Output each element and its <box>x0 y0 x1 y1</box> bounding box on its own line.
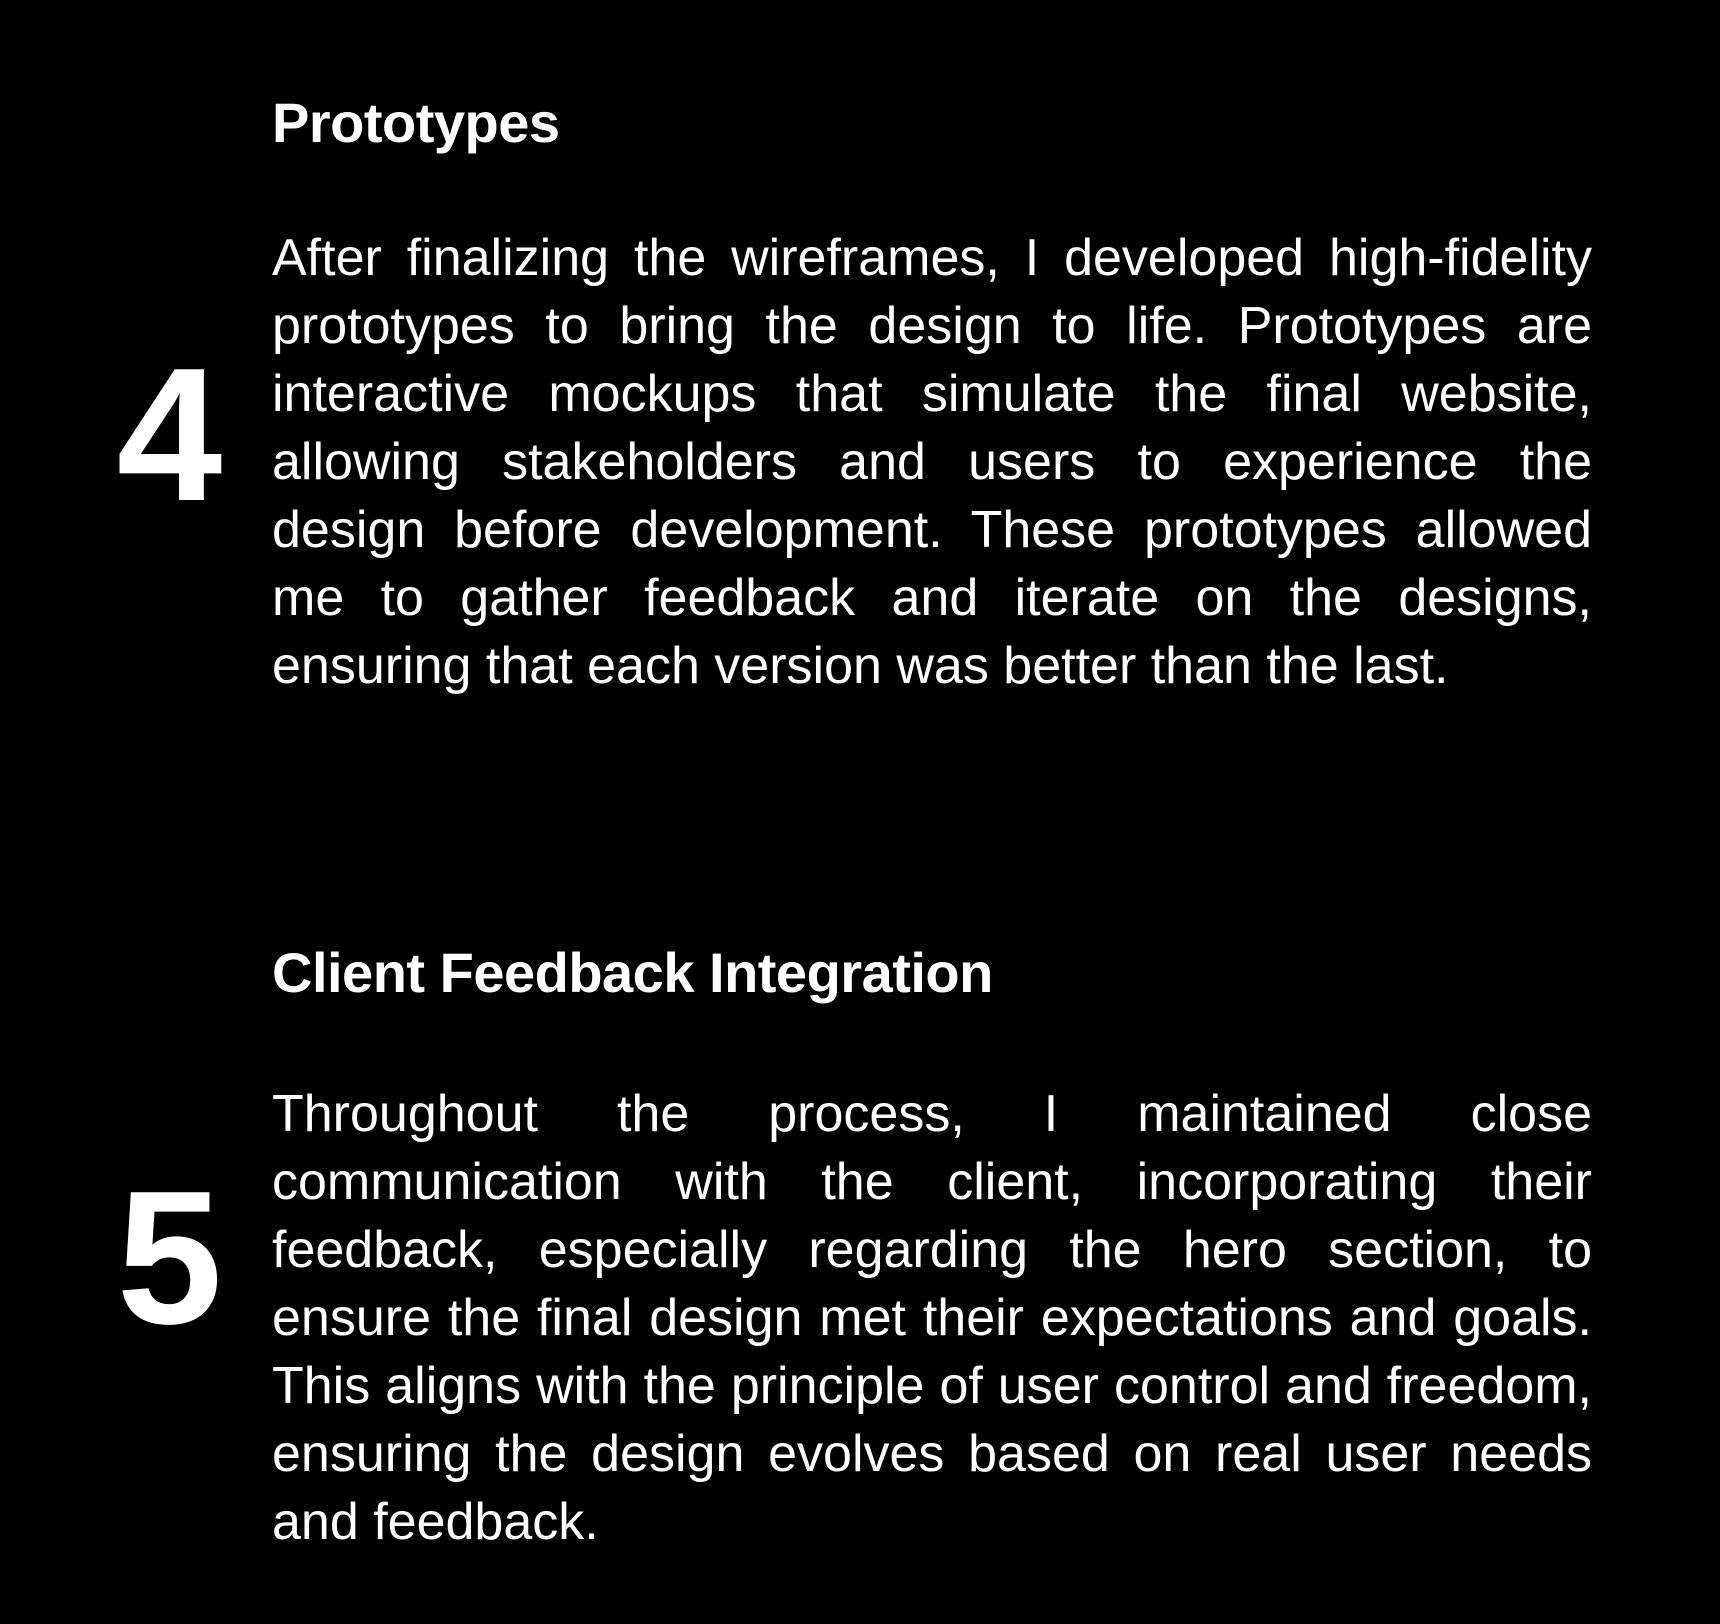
step-title: Prototypes <box>272 91 560 154</box>
step-description: After finalizing the wireframes, I devel… <box>272 229 1592 695</box>
step-section-prototypes: 4 Prototypes After finalizing the wirefr… <box>0 0 1720 820</box>
step-number: 5 <box>116 1152 223 1364</box>
step-section-client-feedback: 5 Client Feedback Integration Throughout… <box>0 850 1720 1624</box>
step-title: Client Feedback Integration <box>272 941 993 1004</box>
step-number: 4 <box>116 329 223 541</box>
step-description: Throughout the process, I maintained clo… <box>272 1085 1592 1551</box>
